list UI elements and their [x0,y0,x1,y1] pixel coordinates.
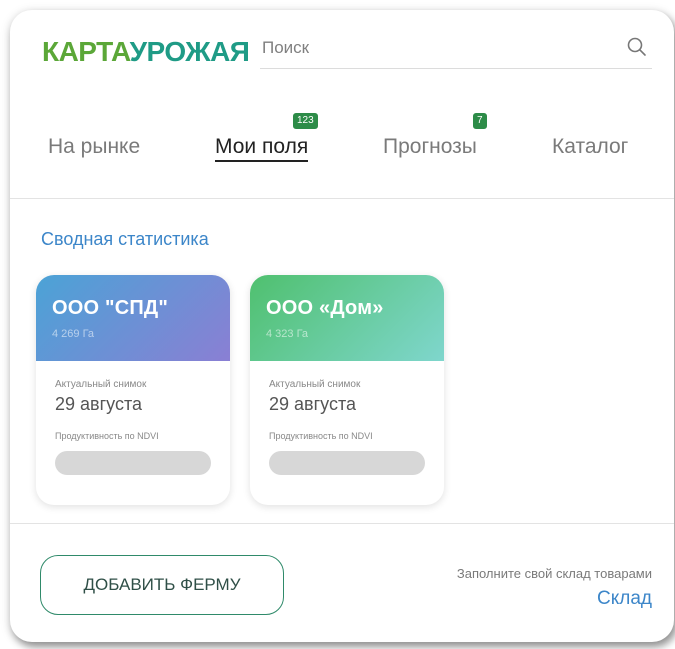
snapshot-label: Актуальный снимок [55,379,147,390]
farm-card[interactable]: ООО «Дом» 4 323 Га Актуальный снимок 29 … [250,275,444,505]
ndvi-label: Продуктивность по NDVI [55,431,159,441]
app-screen: КАРТАУРОЖАЯ На рынке 123 Мои поля 7 Прог… [10,10,674,642]
search-icon[interactable] [626,36,648,58]
farm-card-body: Актуальный снимок 29 августа Продуктивно… [36,361,230,475]
tab-catalog[interactable]: Каталог [552,135,628,159]
tab-label: Прогнозы [383,135,477,158]
warehouse-link[interactable]: Склад [597,588,652,610]
snapshot-date: 29 августа [269,394,357,414]
add-farm-button[interactable]: ДОБАВИТЬ ФЕРМУ [40,555,284,615]
tab-my-fields[interactable]: 123 Мои поля [215,113,318,162]
farm-card-header: ООО "СПД" 4 269 Га [36,275,230,361]
divider [10,523,674,524]
divider [10,198,674,199]
ndvi-bar [269,451,425,475]
tab-label: Каталог [552,135,629,158]
summary-stats-link[interactable]: Сводная статистика [41,229,209,250]
logo-part-2: УРОЖАЯ [129,36,250,67]
farm-area: 4 269 Га [52,328,95,340]
farm-area: 4 323 Га [266,328,309,340]
tab-label: На рынке [48,135,141,158]
snapshot-label: Актуальный снимок [269,379,361,390]
ndvi-label: Продуктивность по NDVI [269,431,373,441]
farm-card-body: Актуальный снимок 29 августа Продуктивно… [250,361,444,475]
logo[interactable]: КАРТАУРОЖАЯ [42,34,250,70]
farm-card-header: ООО «Дом» 4 323 Га [250,275,444,361]
snapshot-date: 29 августа [55,394,143,414]
farm-name: ООО "СПД" [52,297,169,319]
tab-forecasts[interactable]: 7 Прогнозы [383,113,487,159]
search-bar [260,30,652,69]
farm-card[interactable]: ООО "СПД" 4 269 Га Актуальный снимок 29 … [36,275,230,505]
ndvi-bar [55,451,211,475]
search-input[interactable] [260,32,602,64]
tab-market[interactable]: На рынке [48,135,140,159]
tab-badge: 123 [293,113,318,129]
logo-part-1: КАРТА [42,36,130,67]
tab-label: Мои поля [215,135,309,162]
tab-badge: 7 [473,113,487,129]
warehouse-hint: Заполните свой склад товарами [456,566,652,581]
tab-bar: На рынке 123 Мои поля 7 Прогнозы Каталог [10,105,674,185]
farm-name: ООО «Дом» [266,297,384,319]
